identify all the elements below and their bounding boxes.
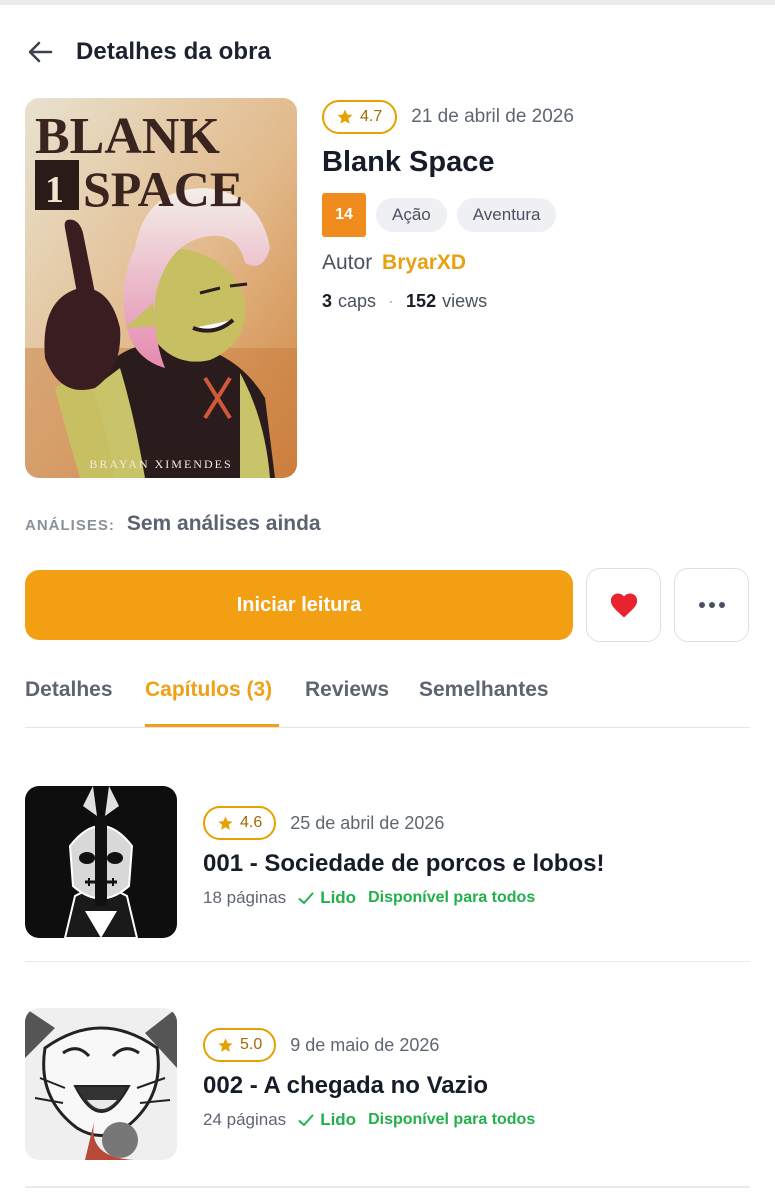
chapters-unit: caps: [338, 291, 377, 311]
release-date: 21 de abril de 2026: [411, 106, 574, 127]
more-options-button[interactable]: [674, 568, 749, 642]
chapter-pages: 18 páginas: [203, 888, 287, 907]
star-icon: [217, 815, 234, 832]
read-status: Lido: [298, 1110, 356, 1130]
views-unit: views: [442, 291, 488, 311]
work-title: Blank Space: [322, 146, 495, 178]
availability-label: Disponível para todos: [368, 1111, 536, 1128]
cover-artist: BRAYAN XIMENDES: [89, 457, 232, 471]
app-header: Detalhes da obra: [24, 34, 271, 70]
back-button[interactable]: [24, 36, 56, 68]
availability-label: Disponível para todos: [368, 889, 536, 906]
chapter-item[interactable]: 5.0 9 de maio de 2026 002 - A chegada no…: [25, 1008, 750, 1184]
read-status-label: Lido: [320, 888, 357, 907]
start-reading-button[interactable]: Iniciar leitura: [25, 570, 573, 640]
tab-chapters[interactable]: Capítulos (3): [145, 678, 272, 702]
check-icon: [298, 1114, 314, 1127]
chapter-pages: 24 páginas: [203, 1110, 287, 1129]
chapters-count: 3: [322, 291, 333, 311]
chapter-thumbnail: [25, 1008, 177, 1160]
chapter-rating-value: 4.6: [240, 814, 263, 831]
separator-dot: ·: [388, 291, 395, 311]
star-icon: [217, 1037, 234, 1054]
analyses-row: ANÁLISES: Sem análises ainda: [25, 512, 321, 536]
tab-reviews[interactable]: Reviews: [305, 678, 389, 702]
author-line: Autor BryarXD: [322, 251, 752, 275]
cover-volume: 1: [45, 169, 64, 211]
chapter-rating-badge: 4.6: [203, 806, 277, 840]
author-label: Autor: [322, 251, 373, 274]
chapter-date: 9 de maio de 2026: [290, 1034, 440, 1055]
author-name-link[interactable]: BryarXD: [382, 251, 466, 274]
age-rating-badge: 14: [322, 193, 366, 237]
top-divider: [0, 0, 775, 5]
analyses-label: ANÁLISES:: [25, 517, 115, 534]
work-info: 4.7 21 de abril de 2026 Blank Space 14 A…: [322, 100, 752, 312]
chapter-date: 25 de abril de 2026: [290, 812, 445, 833]
chapter-rating-value: 5.0: [240, 1036, 263, 1053]
read-status-label: Lido: [320, 1110, 357, 1129]
check-icon: [298, 892, 314, 905]
rating-badge: 4.7: [322, 100, 398, 134]
genre-tag[interactable]: Ação: [376, 198, 447, 232]
chapter-item[interactable]: 4.6 25 de abril de 2026 001 - Sociedade …: [25, 786, 750, 962]
list-divider: [25, 1186, 750, 1188]
rating-value: 4.7: [360, 108, 383, 125]
star-icon: [336, 108, 354, 126]
active-tab-indicator: [145, 724, 279, 727]
tab-bar: Detalhes Capítulos (3) Reviews Semelhant…: [25, 660, 750, 728]
analyses-value: Sem análises ainda: [126, 512, 321, 535]
chapter-title[interactable]: 002 - A chegada no Vazio: [203, 1072, 743, 1100]
chapter-rating-badge: 5.0: [203, 1028, 277, 1062]
cover-image: BLANK 1 SPACE BRAYAN XIMENDES: [25, 98, 297, 478]
tab-similar[interactable]: Semelhantes: [419, 678, 549, 702]
work-stats: 3 caps · 152 views: [322, 291, 752, 312]
heart-icon: [610, 593, 637, 618]
chapter-thumbnail: [25, 786, 177, 938]
arrow-left-icon: [28, 41, 53, 63]
read-status: Lido: [298, 888, 356, 908]
more-dots-icon: [698, 602, 725, 608]
views-count: 152: [406, 291, 437, 311]
page-title: Detalhes da obra: [76, 38, 271, 65]
genre-tag[interactable]: Aventura: [456, 198, 557, 232]
cover-title-line2: SPACE: [83, 161, 243, 217]
tab-details[interactable]: Detalhes: [25, 678, 113, 702]
cover-title-line1: BLANK: [35, 108, 220, 165]
favorite-button[interactable]: [586, 568, 661, 642]
chapter-title[interactable]: 001 - Sociedade de porcos e lobos!: [203, 850, 743, 878]
